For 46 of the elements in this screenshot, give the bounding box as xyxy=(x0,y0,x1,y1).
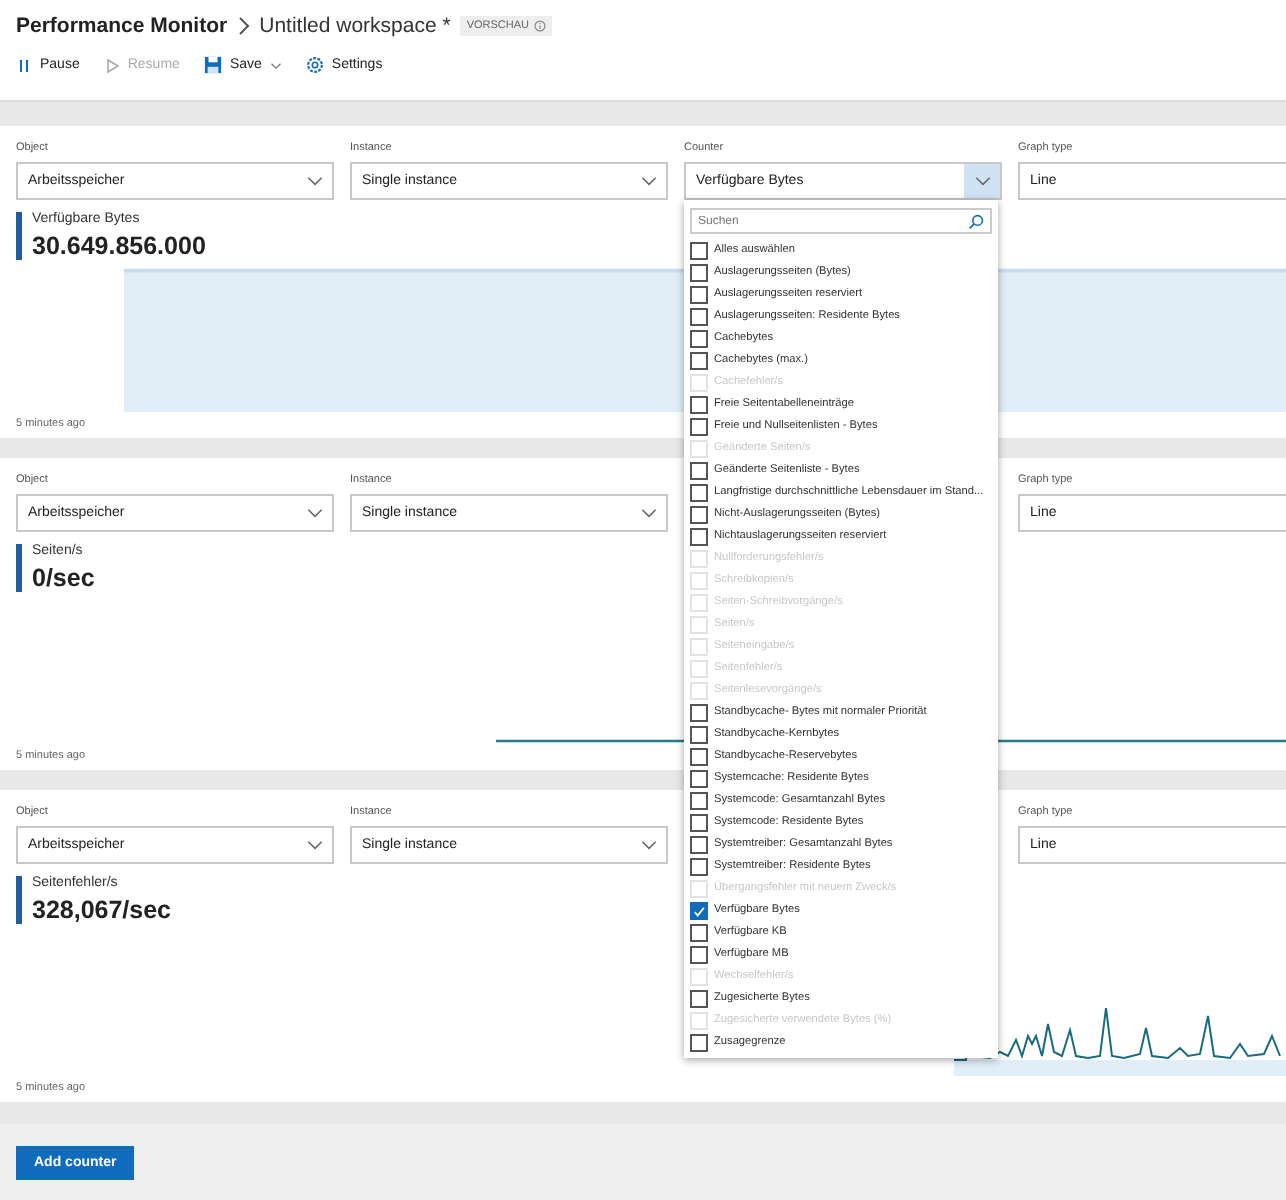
checkbox[interactable] xyxy=(690,352,708,370)
checkbox[interactable] xyxy=(690,396,708,414)
chevron-down-icon xyxy=(973,176,991,186)
workspace-name: Untitled workspace * xyxy=(259,14,451,38)
checkbox[interactable] xyxy=(690,990,708,1008)
play-icon xyxy=(103,57,120,73)
chevron-down-icon xyxy=(639,176,657,186)
chevron-down-icon xyxy=(305,176,323,186)
checkbox[interactable] xyxy=(690,770,708,788)
chevron-down-icon xyxy=(639,840,657,850)
checkbox[interactable] xyxy=(690,462,708,480)
checkbox[interactable] xyxy=(690,946,708,964)
checkbox[interactable] xyxy=(690,308,708,326)
search-icon xyxy=(968,213,984,229)
checkbox[interactable] xyxy=(690,748,708,766)
dropdown-toggle[interactable] xyxy=(964,164,1000,198)
checkbox[interactable] xyxy=(690,506,708,524)
checkbox[interactable] xyxy=(690,836,708,854)
checkbox[interactable] xyxy=(690,242,708,260)
caret-icon xyxy=(269,61,282,69)
checkbox[interactable] xyxy=(690,726,708,744)
app-title: Performance Monitor xyxy=(16,14,228,38)
checkbox[interactable] xyxy=(690,286,708,304)
checkbox[interactable] xyxy=(690,814,708,832)
settings-icon xyxy=(305,56,324,74)
counter-reading: 30.649.856.000 xyxy=(32,232,206,260)
checkbox[interactable] xyxy=(690,704,708,722)
checkbox[interactable] xyxy=(690,330,708,348)
checkbox[interactable] xyxy=(690,858,708,876)
checkbox[interactable] xyxy=(690,418,708,436)
chevron-down-icon xyxy=(639,508,657,518)
pause-icon xyxy=(16,57,32,73)
checkbox[interactable] xyxy=(690,792,708,810)
counter-reading: 0/sec xyxy=(32,564,95,592)
chevron-down-icon xyxy=(305,508,323,518)
checkbox[interactable] xyxy=(690,1034,708,1052)
chevron-down-icon xyxy=(305,840,323,850)
info-icon xyxy=(533,20,545,32)
checkbox[interactable] xyxy=(690,528,708,546)
save-icon xyxy=(203,56,222,74)
checkbox[interactable] xyxy=(690,924,708,942)
checkbox[interactable] xyxy=(690,264,708,282)
chevron-right-icon xyxy=(237,16,250,36)
counter-reading: 328,067/sec xyxy=(32,896,172,924)
checkbox[interactable] xyxy=(690,484,708,502)
checkbox[interactable] xyxy=(690,902,708,920)
